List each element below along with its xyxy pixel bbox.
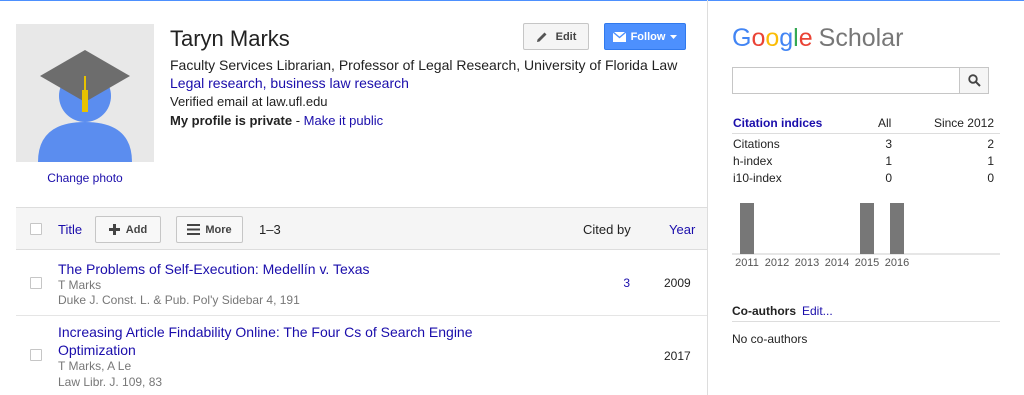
cited-by-count-link[interactable]: 3: [606, 276, 630, 290]
cited-by-header: Cited by: [583, 222, 631, 237]
interest-link-legal-research[interactable]: Legal research: [170, 75, 263, 91]
logo-suffix: Scholar: [818, 24, 904, 52]
chart-bar-2016: [890, 203, 904, 254]
row-checkbox[interactable]: [30, 277, 42, 289]
coauthors-header: Co-authors Edit...: [732, 304, 1000, 322]
index-label: Citations: [733, 137, 780, 151]
search-icon: [967, 74, 981, 87]
profile-photo[interactable]: [16, 24, 154, 162]
table-row: Increasing Article Findability Online: T…: [16, 316, 707, 395]
envelope-icon: [612, 31, 626, 42]
articles-table-header: Title Add More 1–3 Cited by Year: [16, 207, 707, 250]
col-since-label: Since 2012: [933, 116, 994, 130]
row-checkbox[interactable]: [30, 349, 42, 361]
avatar-placeholder-icon: [38, 50, 132, 162]
logo-letter: e: [798, 24, 813, 52]
chart-tick-label: 2012: [765, 257, 789, 269]
sort-by-title-header[interactable]: Title: [58, 222, 82, 237]
profile-main: Change photo Taryn Marks Faculty Service…: [0, 0, 707, 395]
pencil-icon: [536, 32, 547, 42]
google-scholar-logo[interactable]: Google Scholar: [732, 24, 903, 53]
citation-indices-link[interactable]: Citation indices: [733, 116, 822, 130]
coauthors-edit-link[interactable]: Edit...: [802, 304, 833, 318]
article-authors: T Marks: [58, 278, 102, 292]
profile-affiliation: Faculty Services Librarian, Professor of…: [170, 57, 678, 73]
profile-interests: Legal research, business law research: [170, 75, 409, 91]
logo-letter: o: [751, 24, 766, 52]
plus-icon: [108, 224, 120, 235]
search-button[interactable]: [959, 67, 989, 94]
citation-index-row: Citations 3 2: [732, 137, 1000, 154]
logo-letter: G: [732, 24, 752, 52]
no-coauthors-text: No co-authors: [732, 332, 808, 346]
more-actions-button[interactable]: More: [176, 216, 243, 243]
table-row: The Problems of Self-Execution: Medellín…: [16, 250, 707, 316]
add-button-label: Add: [125, 223, 148, 236]
index-all-value: 1: [885, 154, 892, 168]
menu-icon: [187, 224, 201, 235]
citation-indices-header: Citation indices All Since 2012: [732, 116, 1000, 134]
article-title-link[interactable]: Increasing Article Findability Online: T…: [58, 323, 528, 359]
caret-down-icon: [670, 34, 678, 39]
col-all-label: All: [878, 116, 892, 130]
logo-letter: g: [779, 24, 794, 52]
more-button-label: More: [205, 223, 232, 236]
chart-tick-label: 2013: [795, 257, 819, 269]
article-range: 1–3: [259, 222, 281, 237]
index-since-value: 1: [987, 154, 994, 168]
scholar-sidebar: Google Scholar Citation indices All Since…: [708, 0, 1024, 395]
privacy-status: My profile is private - Make it public: [170, 113, 383, 128]
follow-button-label: Follow: [630, 30, 666, 43]
chart-tick-label: 2014: [825, 257, 849, 269]
chart-bar-2011: [740, 203, 754, 254]
add-article-button[interactable]: Add: [95, 216, 161, 243]
index-all-value: 3: [885, 137, 892, 151]
verified-email: Verified email at law.ufl.edu: [170, 94, 328, 109]
chart-bar-2015: [860, 203, 874, 254]
citations-per-year-chart: 2011 2012 2013 2014 2015 2016: [732, 203, 1000, 269]
sort-by-year-header[interactable]: Year: [669, 222, 695, 237]
chart-tick-label: 2016: [885, 257, 909, 269]
index-all-value: 0: [885, 171, 892, 185]
change-photo-link[interactable]: Change photo: [16, 171, 154, 185]
index-since-value: 2: [987, 137, 994, 151]
make-public-link[interactable]: Make it public: [304, 113, 383, 128]
profile-name: Taryn Marks: [170, 26, 290, 51]
private-separator: -: [292, 113, 304, 128]
edit-button[interactable]: Edit: [523, 23, 589, 50]
coauthors-label: Co-authors: [732, 304, 796, 318]
edit-button-label: Edit: [555, 30, 577, 43]
index-label: i10-index: [733, 171, 782, 185]
logo-letter: o: [765, 24, 780, 52]
private-label: My profile is private: [170, 113, 293, 128]
citation-index-row: h-index 1 1: [732, 154, 1000, 171]
scholar-search-input[interactable]: [732, 67, 960, 94]
article-authors: T Marks, A Le: [58, 359, 132, 373]
index-since-value: 0: [987, 171, 994, 185]
chart-tick-label: 2015: [855, 257, 879, 269]
chart-tick-label: 2011: [735, 257, 759, 269]
article-venue: Law Libr. J. 109, 83: [58, 375, 163, 389]
article-year: 2009: [664, 276, 691, 290]
select-all-checkbox[interactable]: [30, 223, 42, 235]
citation-index-row: i10-index 0 0: [732, 171, 1000, 188]
follow-button[interactable]: Follow: [604, 23, 686, 50]
interest-link-business-law-research[interactable]: business law research: [270, 75, 409, 91]
index-label: h-index: [733, 154, 773, 168]
article-venue: Duke J. Const. L. & Pub. Pol'y Sidebar 4…: [58, 293, 300, 307]
article-year: 2017: [664, 349, 691, 363]
article-title-link[interactable]: The Problems of Self-Execution: Medellín…: [58, 260, 528, 278]
